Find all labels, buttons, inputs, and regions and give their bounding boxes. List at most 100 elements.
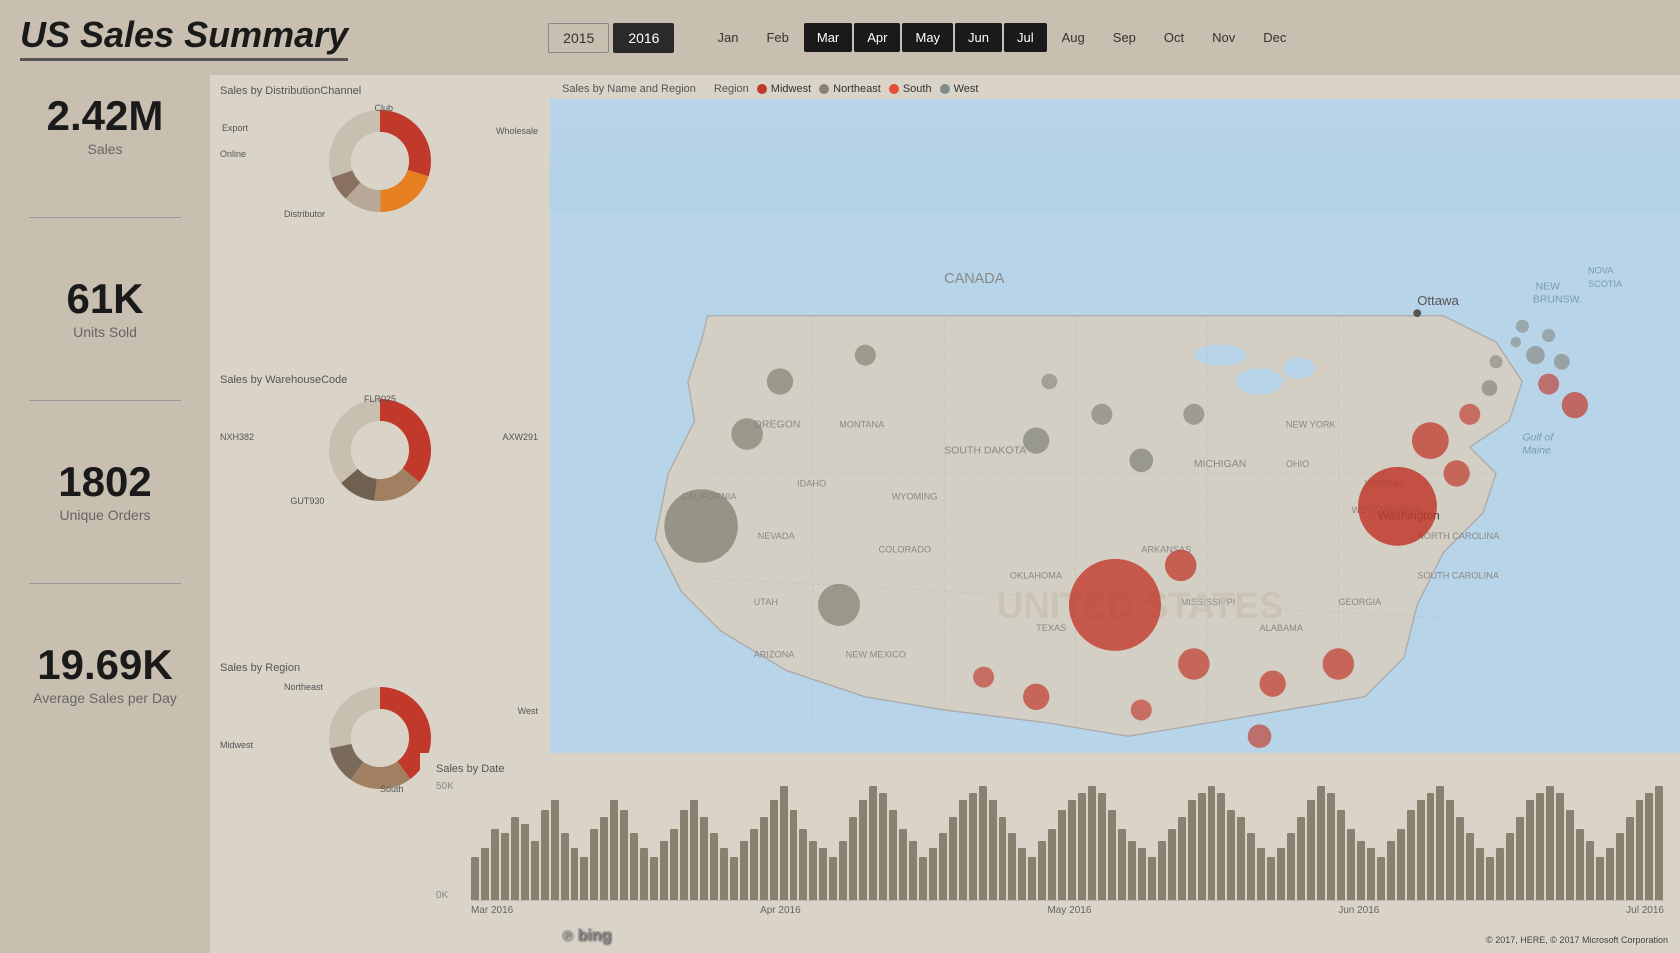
svg-text:Ottawa: Ottawa <box>1417 293 1459 308</box>
map-header: Sales by Name and Region Region Midwest … <box>550 75 1680 99</box>
label-axw291: AXW291 <box>502 432 538 442</box>
legend-northeast: Northeast <box>819 83 881 95</box>
warehouse-code-chart: Sales by WarehouseCode FLR025 NXH382 AXW… <box>220 374 540 655</box>
month-oct-button[interactable]: Oct <box>1151 23 1197 52</box>
warehouse-code-title: Sales by WarehouseCode <box>220 374 540 386</box>
bar-item <box>959 800 967 900</box>
bar-item <box>809 841 817 901</box>
bar-item <box>1297 817 1305 900</box>
bar-item <box>660 841 668 901</box>
bar-item <box>1436 786 1444 900</box>
bar-item <box>1118 829 1126 900</box>
month-aug-button[interactable]: Aug <box>1049 23 1098 52</box>
bar-item <box>799 829 807 900</box>
sidebar: 2.42M Sales 61K Units Sold 1802 Unique O… <box>0 75 210 953</box>
main-layout: 2.42M Sales 61K Units Sold 1802 Unique O… <box>0 75 1680 953</box>
label-midwest: Midwest <box>220 740 253 750</box>
month-feb-button[interactable]: Feb <box>753 23 801 52</box>
label-gut930: GUT930 <box>290 496 324 506</box>
year-2015-button[interactable]: 2015 <box>548 23 609 53</box>
bar-item <box>1108 810 1116 900</box>
month-may-button[interactable]: May <box>902 23 953 52</box>
bar-item <box>829 857 837 900</box>
bar-item <box>1367 848 1375 900</box>
header: US Sales Summary 2015 2016 Jan Feb Mar A… <box>0 0 1680 75</box>
bar-item <box>1008 833 1016 900</box>
x-label-mar: Mar 2016 <box>471 905 513 916</box>
kpi-units-label: Units Sold <box>73 324 137 340</box>
kpi-sales: 2.42M Sales <box>10 95 200 157</box>
bar-item <box>1078 793 1086 900</box>
bar-item <box>1616 833 1624 900</box>
bing-text: bing <box>577 927 611 944</box>
south-dot <box>889 84 899 94</box>
bar-item <box>551 800 559 900</box>
bar-item <box>1068 800 1076 900</box>
bar-item <box>1536 793 1544 900</box>
bar-item <box>1417 800 1425 900</box>
bar-item <box>1317 786 1325 900</box>
month-dec-button[interactable]: Dec <box>1250 23 1299 52</box>
bar-item <box>700 817 708 900</box>
bar-item <box>1128 841 1136 901</box>
svg-text:Maine: Maine <box>1522 445 1551 457</box>
bar-item <box>690 800 698 900</box>
bar-item <box>1217 793 1225 900</box>
kpi-avg-sales-label: Average Sales per Day <box>33 690 177 706</box>
bar-item <box>1456 817 1464 900</box>
legend-south: South <box>889 83 932 95</box>
month-nov-button[interactable]: Nov <box>1199 23 1248 52</box>
svg-text:MONTANA: MONTANA <box>839 419 885 429</box>
divider-1 <box>29 217 181 218</box>
bar-item <box>710 833 718 900</box>
bar-chart-x-labels: Mar 2016 Apr 2016 May 2016 Jun 2016 Jul … <box>471 905 1664 916</box>
kpi-orders: 1802 Unique Orders <box>10 461 200 523</box>
svg-text:NEW YORK: NEW YORK <box>1286 419 1337 429</box>
year-2016-button[interactable]: 2016 <box>613 23 674 53</box>
month-jul-button[interactable]: Jul <box>1004 23 1047 52</box>
legend-west: West <box>940 83 979 95</box>
bar-item <box>1028 857 1036 900</box>
label-wholesale: Wholesale <box>496 126 538 136</box>
svg-text:ARIZONA: ARIZONA <box>754 649 796 659</box>
divider-3 <box>29 583 181 584</box>
bar-item <box>1158 841 1166 901</box>
month-jan-button[interactable]: Jan <box>704 23 751 52</box>
kpi-units-value: 61K <box>66 278 143 320</box>
month-sep-button[interactable]: Sep <box>1100 23 1149 52</box>
month-apr-button[interactable]: Apr <box>854 23 900 52</box>
svg-text:OKLAHOMA: OKLAHOMA <box>1010 571 1063 581</box>
bar-item <box>869 786 877 900</box>
bar-item <box>969 793 977 900</box>
bar-item <box>770 800 778 900</box>
bar-item <box>750 829 758 900</box>
bar-item <box>859 800 867 900</box>
distribution-channel-donut: Club Export Online Wholesale Distributor <box>220 101 540 221</box>
bar-item <box>1606 848 1614 900</box>
bar-item <box>1446 800 1454 900</box>
svg-text:UTAH: UTAH <box>754 597 778 607</box>
bar-item <box>620 810 628 900</box>
map-title: Sales by Name and Region <box>562 83 696 95</box>
month-selector: Jan Feb Mar Apr May Jun Jul Aug Sep Oct … <box>704 23 1299 52</box>
kpi-orders-label: Unique Orders <box>59 507 150 523</box>
month-mar-button[interactable]: Mar <box>804 23 852 52</box>
bar-item <box>730 857 738 900</box>
bar-item <box>1496 848 1504 900</box>
svg-text:BRUNSW.: BRUNSW. <box>1533 294 1582 306</box>
bar-item <box>1138 848 1146 900</box>
bar-item <box>1576 829 1584 900</box>
bar-item <box>1208 786 1216 900</box>
month-jun-button[interactable]: Jun <box>955 23 1002 52</box>
bar-item <box>819 848 827 900</box>
bar-item <box>670 829 678 900</box>
bar-item <box>1645 793 1653 900</box>
bar-item <box>790 810 798 900</box>
bar-item <box>481 848 489 900</box>
west-dot <box>940 84 950 94</box>
bar-chart-area: 50K 0K Mar 2016 Apr 2016 May 2016 Jun 20… <box>436 781 1664 921</box>
bar-item <box>630 833 638 900</box>
distribution-channel-title: Sales by DistributionChannel <box>220 85 540 97</box>
bar-item <box>521 824 529 900</box>
bar-item <box>491 829 499 900</box>
